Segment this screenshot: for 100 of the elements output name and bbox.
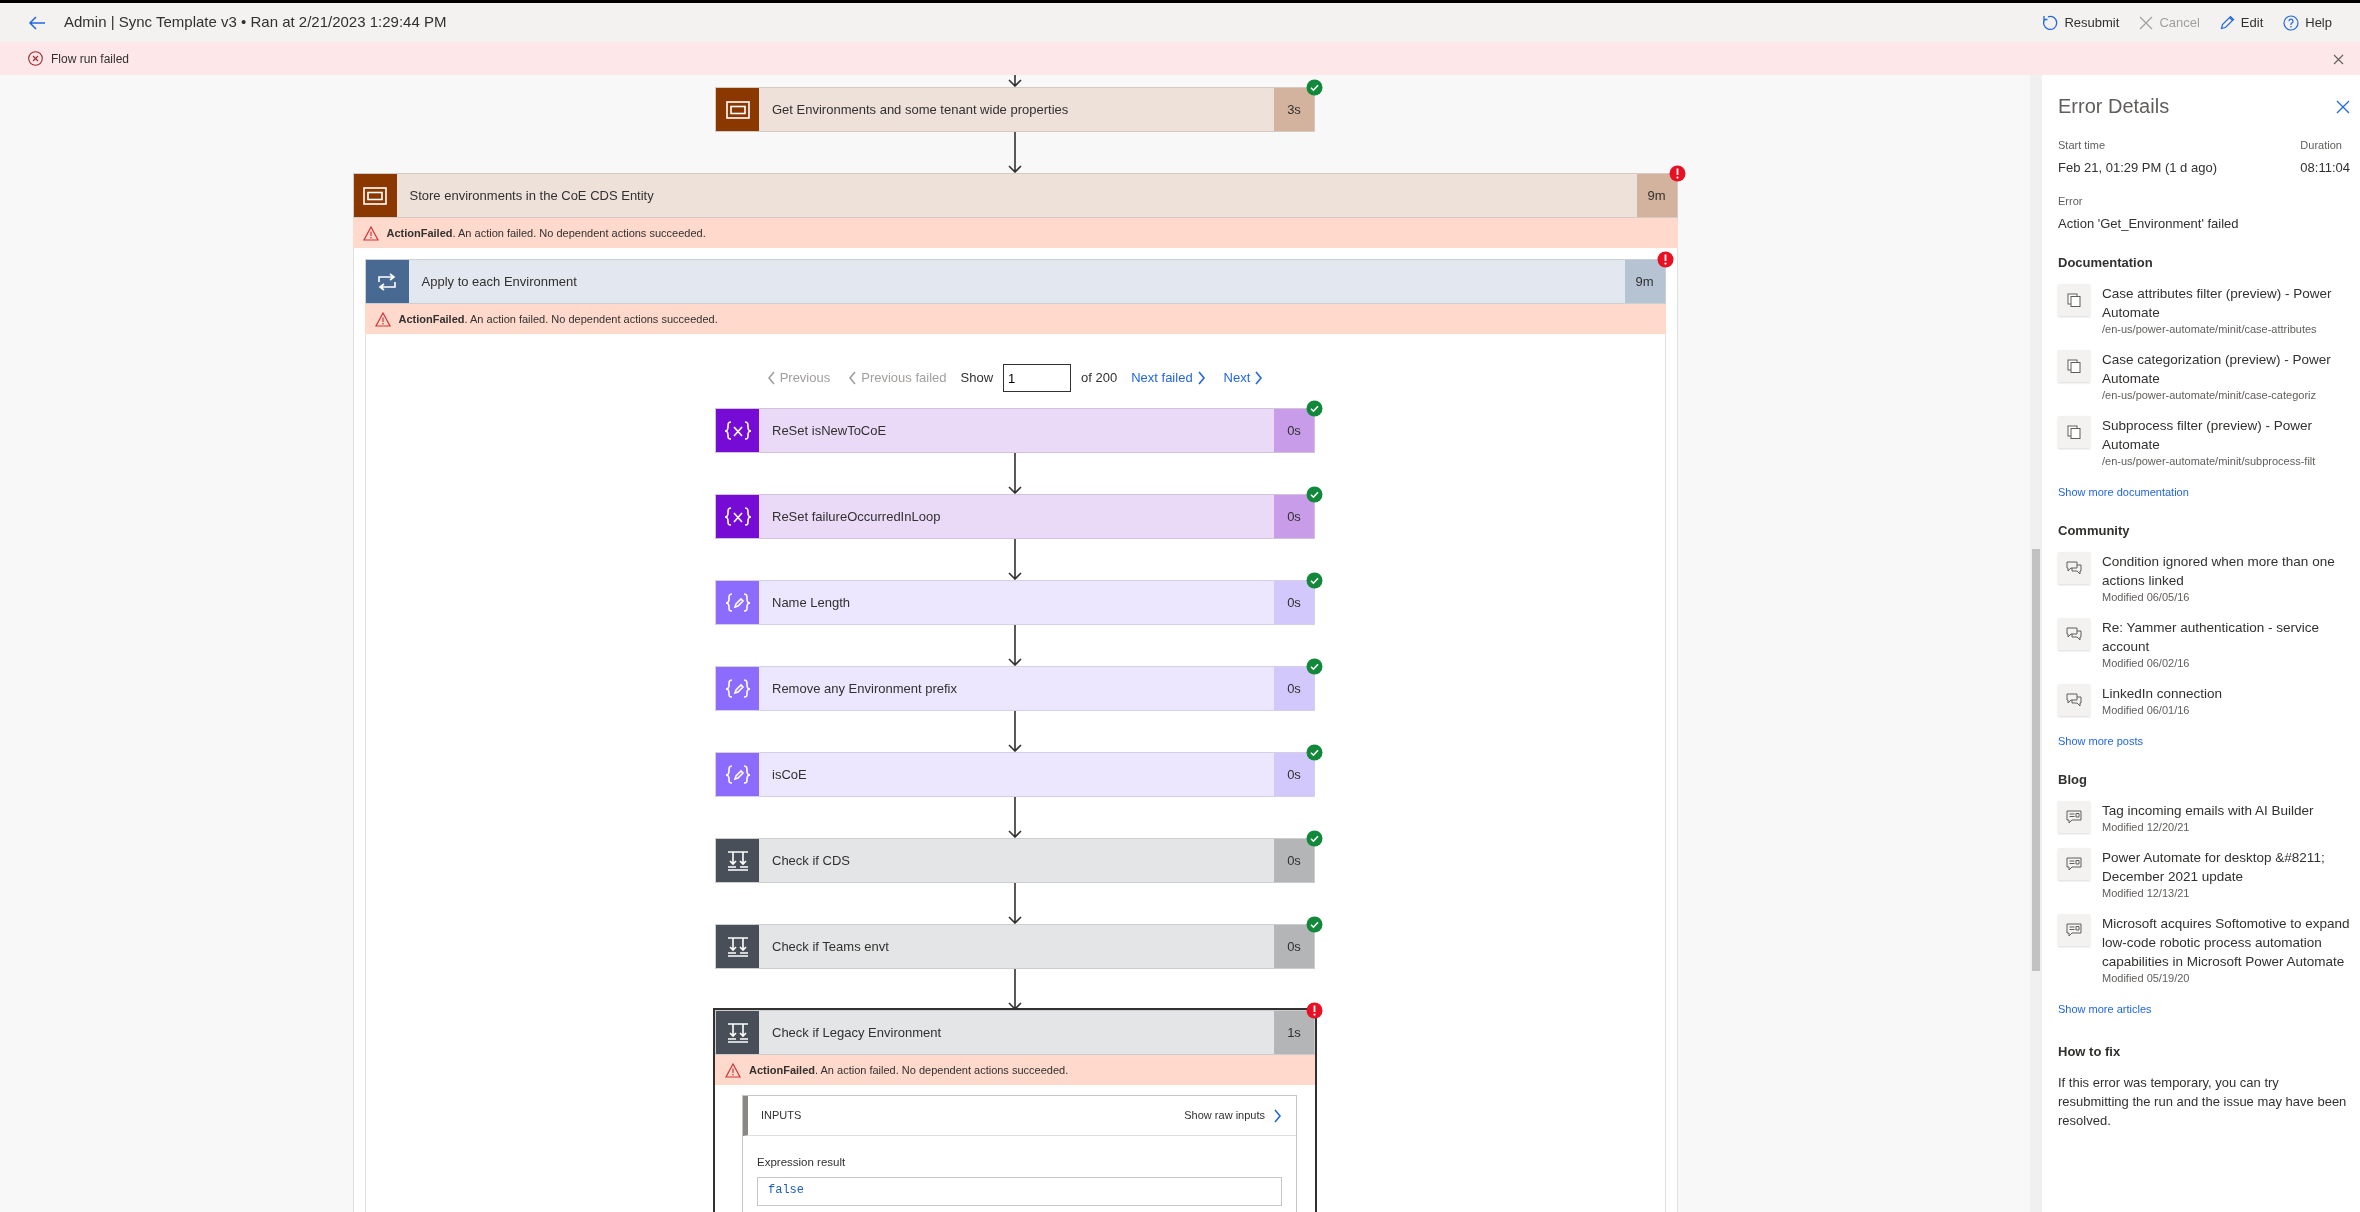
pager-link[interactable]: Next [1219,368,1268,388]
action-card[interactable]: ReSet failureOccurredInLoop 0s [715,494,1315,539]
action-card[interactable]: Check if Legacy Environment 1s [715,1010,1315,1055]
chevron-left-icon [766,371,776,385]
item-subtitle: Modified 06/05/16 [2102,589,2191,605]
connector-arrow [1008,969,1022,1010]
section-heading: How to fix [2058,1043,2122,1061]
connector-arrow [1008,711,1022,752]
action-card[interactable]: Check if CDS 0s [715,838,1315,883]
panel-title: Error Details [2058,94,2170,119]
toolbar-button[interactable]: Help [2277,12,2338,33]
warning-icon [374,311,391,327]
action-title: isCoE [771,765,808,784]
article-link[interactable]: Subprocess filter (preview) - Power Automate [2102,415,2350,454]
help-text: If this error was temporary, you can try resubmitting the run and the issue may have been resolved. [2058,1073,2348,1130]
item-subtitle: Modified 12/20/21 [2102,819,2191,835]
chevron-right-icon [1273,1108,1282,1123]
warning-icon [725,1062,741,1078]
article-link[interactable]: Re: Yammer authentication - service account [2102,617,2350,656]
action-title: Get Environments and some tenant wide properties [771,100,1070,119]
action-card[interactable]: Remove any Environment prefix 0s [715,666,1315,711]
section-heading: Documentation [2058,254,2154,272]
error-message: ActionFailed. An action failed. No dependent actions succeeded. [749,1062,1069,1078]
message-icon [2066,809,2082,824]
pager-link[interactable]: Next failed [1127,368,1210,388]
scrollbar-thumb[interactable] [2032,549,2040,971]
close-icon [2333,53,2344,65]
chevron-right-icon [1196,371,1206,385]
page-total: of 200 [1081,369,1118,388]
connector-arrow [1008,625,1022,666]
item-subtitle: Modified 05/19/20 [2102,970,2191,986]
error-message: ActionFailed. An action failed. No dependent actions succeeded. [398,311,718,327]
duration-label: 9m [1624,260,1665,303]
connector-arrow [1008,132,1022,173]
article-link[interactable]: Case attributes filter (preview) - Power Automate [2102,283,2350,322]
show-raw-inputs-link[interactable]: Show raw inputs [1184,1107,1282,1124]
back-arrow-icon[interactable] [28,15,46,30]
show-more-link[interactable]: Show more documentation [2058,485,2189,498]
show-more-link[interactable]: Show more articles [2058,1002,2152,1015]
action-title: Store environments in the CoE CDS Entity [408,186,655,205]
field-label: Expression result [757,1155,847,1170]
article-link[interactable]: Case categorization (preview) - Power Automate [2102,349,2350,388]
duration-label: 3s [1274,88,1314,131]
loop-icon [376,272,398,291]
item-subtitle: /en-us/power-automate/minit/case-attributes [2102,321,2318,337]
frame-icon [363,186,387,205]
article-link[interactable]: Tag incoming emails with AI Builder [2102,800,2314,820]
refresh-icon [2042,14,2059,31]
action-title: Name Length [771,593,852,612]
action-card[interactable]: Get Environments and some tenant wide properties 3s [715,87,1315,132]
flow-run-title: Admin | Sync Template v3 • Ran at 2/21/2023 1:29:44 PM [64,12,447,33]
toolbar-button[interactable]: Edit [2213,12,2270,33]
pages-icon [2067,358,2081,373]
action-title: ReSet isNewToCoE [771,421,888,440]
item-subtitle: Modified 06/01/16 [2102,702,2191,718]
connector-arrow [1008,797,1022,838]
show-more-link[interactable]: Show more posts [2058,734,2143,747]
chat-bubbles-icon [2066,560,2082,575]
action-card[interactable]: ReSet isNewToCoE 0s [715,408,1315,453]
banner-message: Flow run failed [51,50,130,68]
article-link[interactable]: LinkedIn connection [2102,683,2223,703]
message-icon [2066,922,2082,937]
duration-value: 08:11:04 [2300,158,2350,177]
field-label: Duration [2300,138,2343,153]
page-input[interactable]: 1 [1003,364,1072,392]
branch-icon [725,849,750,872]
item-subtitle: /en-us/power-automate/minit/subprocess-filt [2102,453,2317,469]
action-card[interactable]: Name Length 0s [715,580,1315,625]
action-card[interactable]: Check if Teams envt 0s [715,924,1315,969]
chat-bubbles-icon [2066,692,2082,707]
action-card[interactable]: Apply to each Environment 9m [364,259,1666,304]
item-subtitle: Modified 06/02/16 [2102,655,2191,671]
value-field: false [757,1177,1282,1207]
duration-label: 0s [1274,581,1314,624]
connector-arrow [1008,883,1022,924]
duration-label: 0s [1274,839,1314,882]
section-heading: Blog [2058,771,2088,789]
braces-pencil-icon [724,677,751,700]
duration-label: 9m [1636,174,1677,217]
inputs-heading: INPUTS [761,1108,802,1124]
scrollbar[interactable] [2030,75,2042,1212]
field-label: Start time [2058,138,2107,153]
article-link[interactable]: Condition ignored when more than one actions linked [2102,551,2350,590]
action-card[interactable]: Store environments in the CoE CDS Entity 9m [352,173,1678,218]
frame-icon [725,100,750,119]
toolbar-button[interactable]: Resubmit [2036,12,2126,33]
duration-label: 0s [1274,667,1314,710]
action-title: ReSet failureOccurredInLoop [771,507,942,526]
action-title: Remove any Environment prefix [771,679,958,698]
article-link[interactable]: Power Automate for desktop &#8211; December 2021 update [2102,847,2350,886]
pages-icon [2067,292,2081,307]
branch-icon [725,935,750,958]
action-title: Check if CDS [771,851,852,870]
item-subtitle: /en-us/power-automate/minit/case-categoriz [2102,387,2317,403]
article-link[interactable]: Microsoft acquires Softomotive to expand low-code robotic process automation capabilities in Microsoft Power Automate [2102,913,2350,971]
field-label: Error [2058,194,2084,209]
pages-icon [2067,424,2081,439]
action-card[interactable]: isCoE 0s [715,752,1315,797]
item-subtitle: Modified 12/13/21 [2102,885,2191,901]
connector-arrow [1008,539,1022,580]
